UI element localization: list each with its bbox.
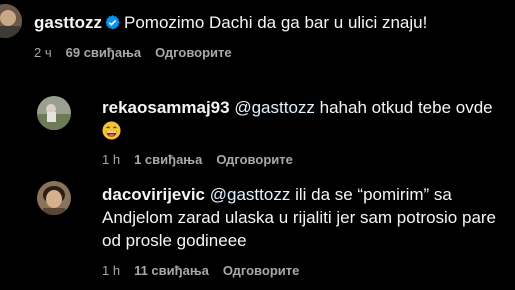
likes-count[interactable]: 1 свиђања (134, 152, 202, 167)
comment-text: Pomozimo Dachi da ga bar u ulici znaju! (124, 13, 428, 32)
comment-text: ili da se “pomirim” sa (295, 185, 452, 204)
avatar[interactable] (37, 181, 71, 215)
avatar-image (37, 181, 71, 215)
comment-body: rekaosammaj93 @gasttozz hahah otkud tebe… (102, 96, 493, 119)
comment-body: gasttozz Pomozimo Dachi da ga bar u ulici… (34, 11, 427, 36)
username[interactable]: rekaosammaj93 (102, 98, 230, 117)
comment-text: od prosle godineee (102, 231, 247, 250)
comment-meta: 1 h 1 свиђања Одговорите (102, 152, 307, 167)
comment-body: dacovirijevic @gasttozz ili da se “pomir… (102, 183, 496, 252)
comment-text: Andjelom zarad ulaska u rijaliti jer sam… (102, 208, 497, 227)
comment-meta: 2 ч 69 свиђања Одговорите (34, 45, 246, 60)
verified-badge-icon (105, 13, 120, 36)
mention-link[interactable]: @gasttozz (210, 185, 291, 204)
timestamp[interactable]: 1 h (102, 263, 120, 278)
comment-line: dacovirijevic @gasttozz ili da se “pomir… (102, 183, 496, 206)
avatar[interactable] (0, 4, 22, 38)
comment-meta: 1 h 11 свиђања Одговорите (102, 263, 313, 278)
mention-link[interactable]: @gasttozz (234, 98, 315, 117)
avatar-image (0, 4, 22, 38)
avatar-image (37, 96, 71, 130)
avatar[interactable] (37, 96, 71, 130)
timestamp[interactable]: 1 h (102, 152, 120, 167)
username[interactable]: dacovirijevic (102, 185, 205, 204)
reply-button[interactable]: Одговорите (155, 45, 232, 60)
reply-button[interactable]: Одговорите (216, 152, 293, 167)
comment-text: hahah otkud tebe ovde (319, 98, 493, 117)
likes-count[interactable]: 11 свиђања (134, 263, 209, 278)
reply-button[interactable]: Одговорите (223, 263, 300, 278)
timestamp[interactable]: 2 ч (34, 45, 52, 60)
likes-count[interactable]: 69 свиђања (66, 45, 141, 60)
username[interactable]: gasttozz (34, 13, 102, 32)
grinning-face-emoji (102, 121, 121, 145)
